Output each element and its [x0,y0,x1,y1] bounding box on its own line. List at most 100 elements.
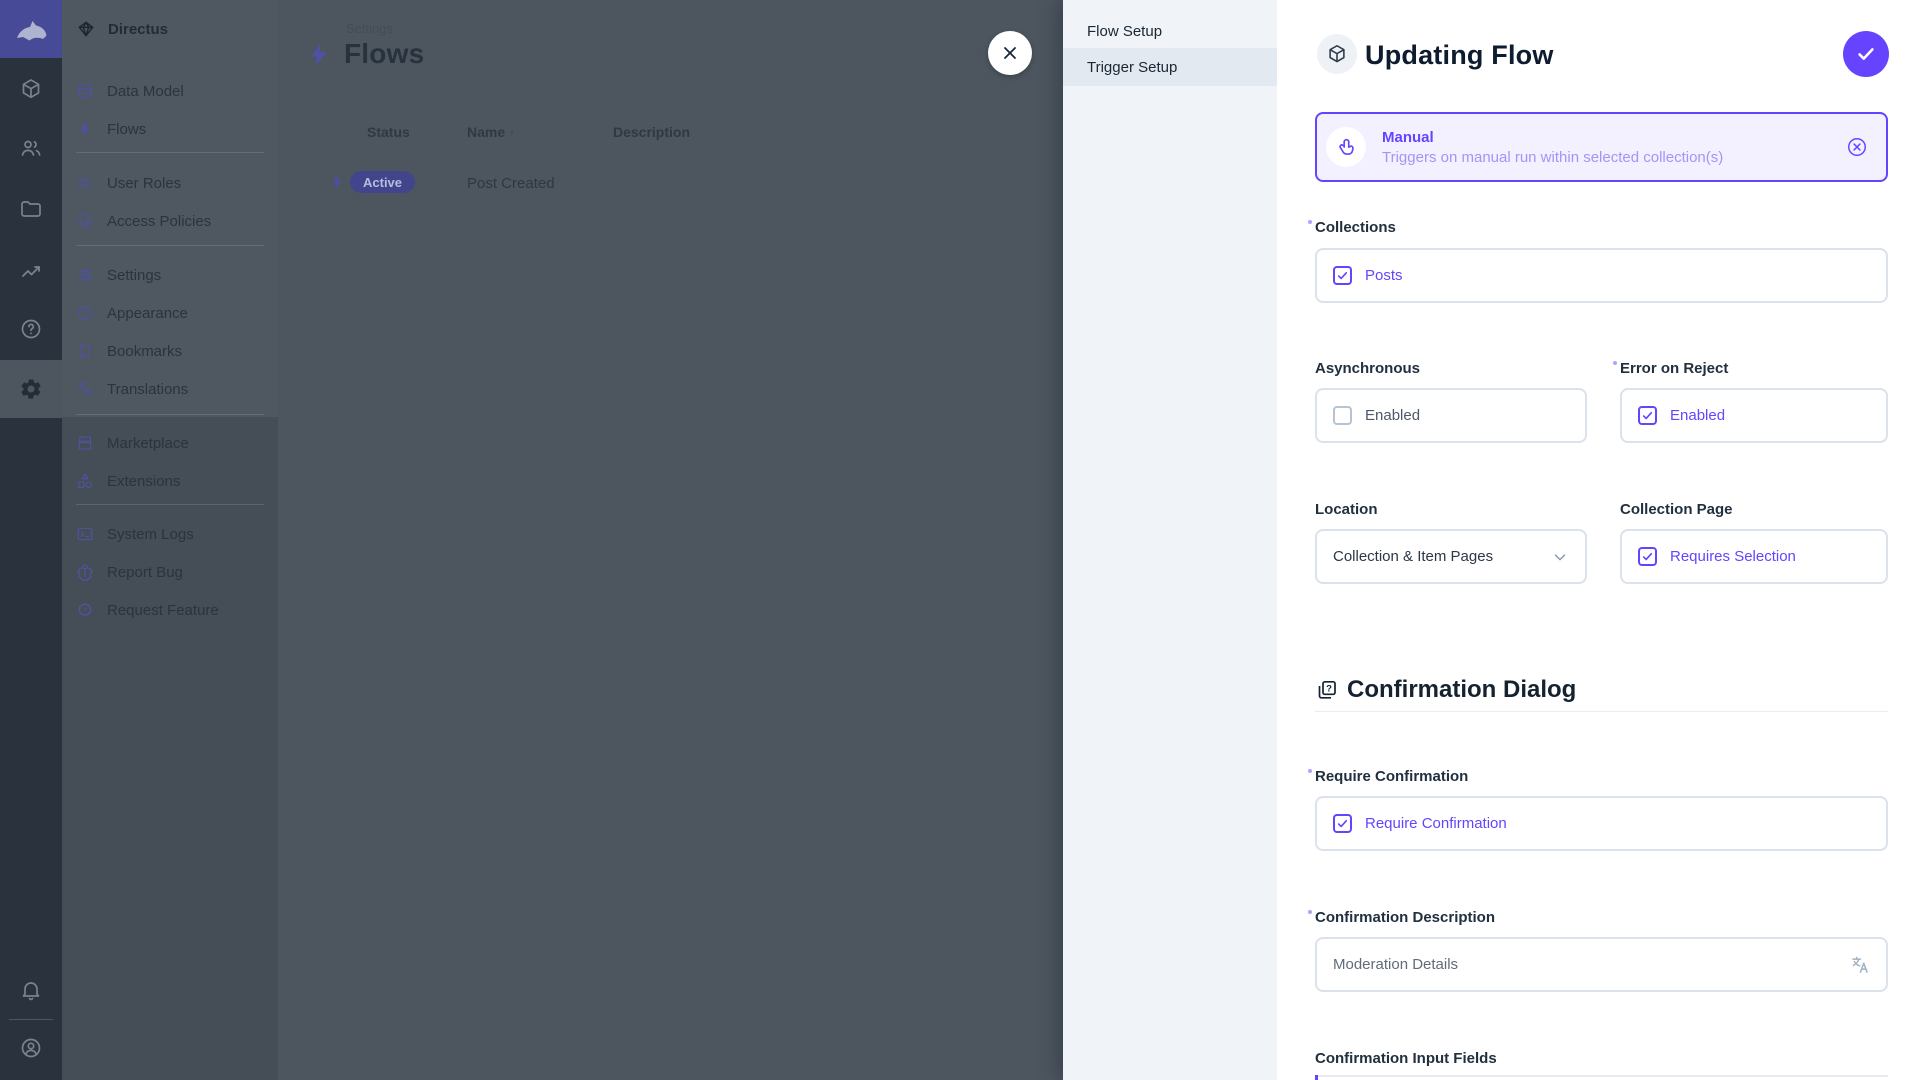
sidebar-item-user-roles[interactable]: User Roles [62,164,278,202]
sidebar-item-data-model[interactable]: Data Model [62,72,278,110]
sidebar-divider [76,245,264,246]
select-value: Collection & Item Pages [1333,548,1538,565]
directus-app: Directus Data Model Flows User Roles Acc… [0,0,1920,1080]
bolt-icon [76,120,94,138]
trigger-card-title: Manual [1382,129,1830,146]
require-confirmation-field: Require Confirmation [1315,796,1888,851]
sidebar-item-marketplace[interactable]: Marketplace [62,424,278,462]
save-button[interactable] [1843,31,1889,77]
directus-logo[interactable] [0,0,62,58]
sidebar-item-label: Report Bug [107,564,183,581]
require-confirmation-label: Require Confirmation [1315,768,1468,785]
sidebar-item-label: Bookmarks [107,343,182,360]
checkbox-label: Requires Selection [1670,548,1796,565]
project-header[interactable]: Directus [62,0,278,58]
translate-icon[interactable] [1850,955,1870,975]
checkbox-requires-selection[interactable] [1638,547,1657,566]
page-title: Flows [344,38,424,70]
check-icon [1641,550,1654,563]
box-icon [1326,43,1348,65]
users-icon [76,174,94,192]
sliders-icon [76,266,94,284]
section-title: Confirmation Dialog [1347,676,1576,704]
sidebar-item-label: Settings [107,267,161,284]
drawer-title: Updating Flow [1365,40,1554,71]
sidebar-item-label: User Roles [107,175,181,192]
trigger-type-card[interactable]: Manual Triggers on manual run within sel… [1315,112,1888,182]
insights-module-button[interactable] [0,249,62,293]
sidebar-item-label: Access Policies [107,213,211,230]
main-content: Settings Flows Status Name↑ Description … [278,0,1063,1080]
sidebar-item-translations[interactable]: Translations [62,370,278,408]
drawer-nav-item-trigger-setup[interactable]: Trigger Setup [1063,48,1277,86]
checkbox-posts[interactable] [1333,266,1352,285]
remove-trigger-button[interactable] [1846,136,1868,158]
files-module-button[interactable] [0,187,62,231]
content-module-button[interactable] [0,67,62,111]
sidebar-item-label: Appearance [107,305,188,322]
drawer-nav-item-flow-setup[interactable]: Flow Setup [1063,12,1277,50]
location-select[interactable]: Collection & Item Pages [1315,529,1587,584]
asynchronous-field: Enabled [1315,388,1587,443]
sidebar-item-label: Data Model [107,83,184,100]
trigger-card-subtitle: Triggers on manual run within selected c… [1382,149,1830,166]
checkbox-error-on-reject[interactable] [1638,406,1657,425]
bolt-icon [328,173,346,191]
svg-text:?: ? [1326,683,1332,694]
sidebar-item-label: System Logs [107,526,194,543]
rabbit-icon [14,17,48,41]
column-header-description[interactable]: Description [613,124,690,140]
sort-icon: ↑ [509,126,515,140]
sidebar-item-flows[interactable]: Flows [62,110,278,148]
close-icon [1000,43,1020,63]
input-value: Moderation Details [1333,956,1837,973]
checkbox-label: Enabled [1670,407,1725,424]
collection-page-field: Requires Selection [1620,529,1888,584]
close-drawer-button[interactable] [988,31,1032,75]
column-header-name[interactable]: Name↑ [467,124,515,140]
checkbox-label: Require Confirmation [1365,815,1507,832]
notifications-button[interactable] [0,968,62,1012]
check-icon [1641,409,1654,422]
column-header-status[interactable]: Status [367,124,410,140]
docs-module-button[interactable] [0,307,62,351]
chevron-down-icon [1551,548,1569,566]
user-menu-button[interactable] [0,1026,62,1070]
breadcrumb[interactable]: Settings [346,21,393,36]
settings-module-button[interactable] [0,367,62,411]
checkbox-require-confirmation[interactable] [1333,814,1352,833]
dialog-icon: ? [1315,678,1339,702]
check-icon [1855,43,1877,65]
checkbox-asynchronous[interactable] [1333,406,1352,425]
sidebar-item-label: Flows [107,121,146,138]
users-module-button[interactable] [0,126,62,170]
checkbox-label: Posts [1365,267,1403,284]
sidebar-item-access-policies[interactable]: Access Policies [62,202,278,240]
section-divider [1315,711,1888,712]
touch-icon-circle [1326,127,1366,167]
sidebar-item-extensions[interactable]: Extensions [62,462,278,500]
bookmark-icon [76,342,94,360]
sidebar-item-report-bug[interactable]: Report Bug [62,553,278,591]
sidebar-item-appearance[interactable]: Appearance [62,294,278,332]
collection-page-label: Collection Page [1620,501,1733,518]
storefront-icon [76,434,94,452]
sidebar: Directus Data Model Flows User Roles Acc… [62,0,278,1080]
chart-icon [19,259,43,283]
sidebar-item-label: Request Feature [107,602,219,619]
avatar-icon [19,1036,43,1060]
sidebar-item-label: Translations [107,381,188,398]
drawer-panel: Updating Flow Manual Triggers on manual … [1277,0,1920,1080]
translate-icon [76,380,94,398]
sidebar-item-bookmarks[interactable]: Bookmarks [62,332,278,370]
sidebar-item-system-logs[interactable]: System Logs [62,515,278,553]
bell-icon [19,978,43,1002]
bug-icon [76,563,94,581]
location-label: Location [1315,501,1378,518]
sidebar-item-settings[interactable]: Settings [62,256,278,294]
status-badge: Active [350,171,415,193]
sidebar-item-label: Extensions [107,473,180,490]
sidebar-item-request-feature[interactable]: Request Feature [62,591,278,629]
shield-icon [76,212,94,230]
confirmation-description-input[interactable]: Moderation Details [1315,937,1888,992]
